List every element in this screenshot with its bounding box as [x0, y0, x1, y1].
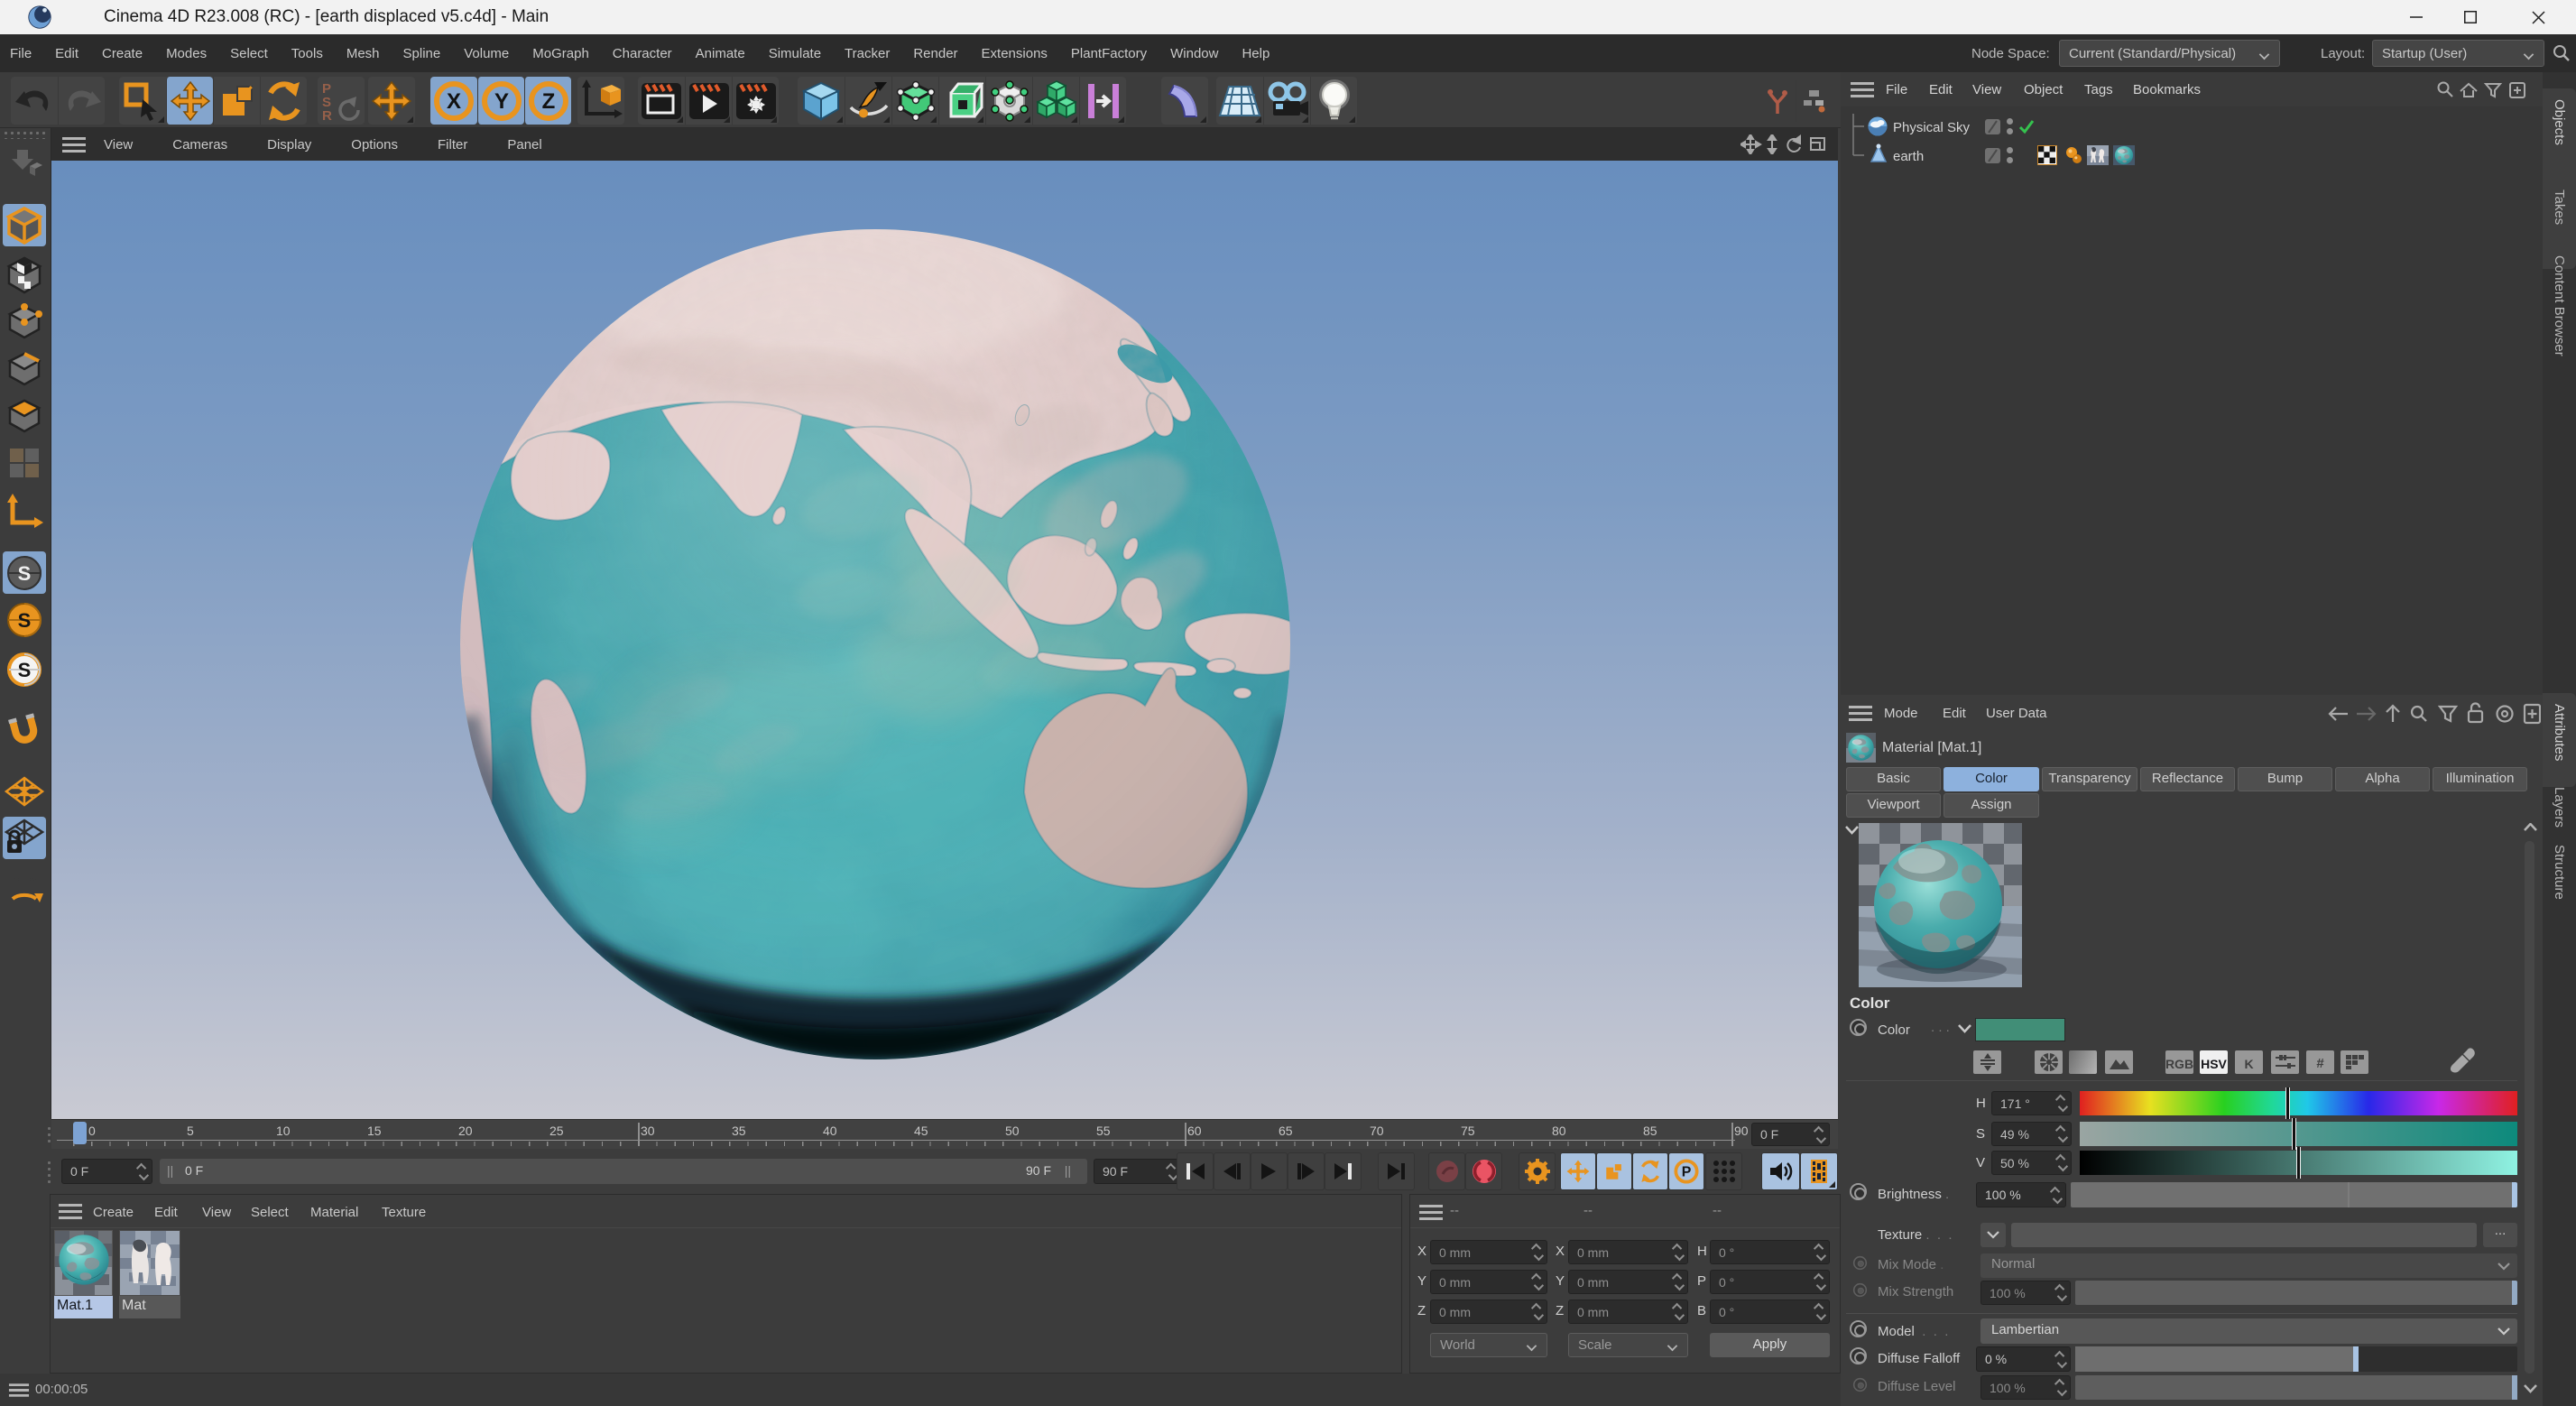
svg-text:S: S: [18, 659, 32, 681]
svg-text:Y: Y: [494, 89, 508, 114]
svg-text:S: S: [18, 609, 32, 632]
svg-text:R: R: [322, 108, 332, 123]
svg-text:earth: earth: [1893, 149, 1924, 164]
svg-text:S: S: [18, 562, 32, 585]
svg-text:Z: Z: [541, 89, 555, 114]
svg-text:P: P: [1682, 1165, 1692, 1180]
svg-text:X: X: [447, 89, 461, 114]
svg-text:Physical Sky: Physical Sky: [1893, 120, 1971, 135]
